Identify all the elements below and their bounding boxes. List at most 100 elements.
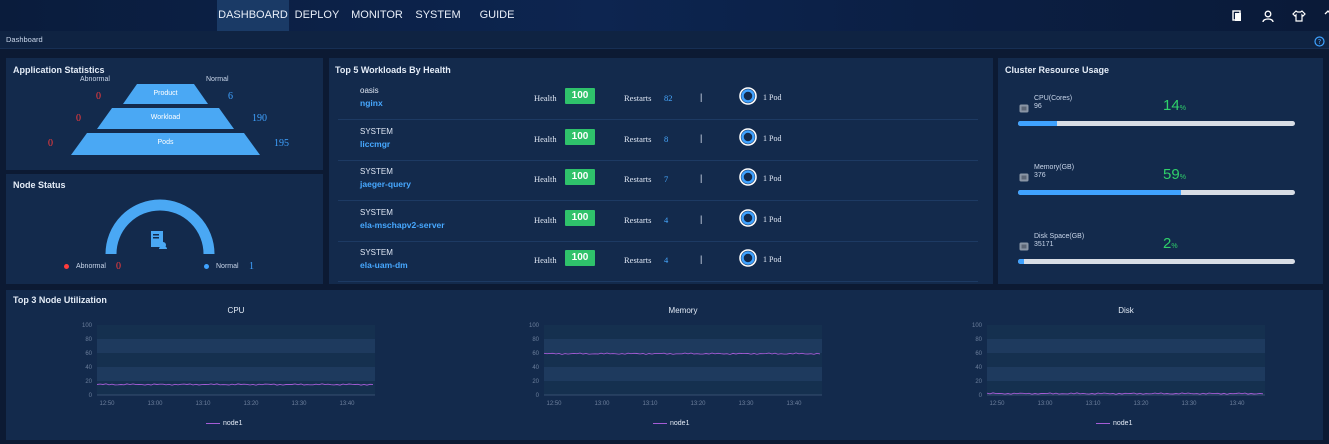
restarts-count: 82 — [664, 93, 673, 103]
tab-deploy[interactable]: DEPLOY — [292, 0, 342, 31]
separator: | — [700, 213, 703, 224]
health-label: Health — [534, 133, 557, 144]
workload-abnormal: 0 — [76, 113, 81, 124]
pyramid-label-workload: Workload — [150, 114, 181, 121]
y-tick-label: 100 — [972, 323, 983, 329]
workload-name-link[interactable]: liccmgr — [360, 139, 390, 149]
breadcrumb: Dashboard — [6, 35, 43, 44]
grid-band — [544, 381, 822, 395]
workload-name-link[interactable]: jaeger-query — [360, 179, 411, 189]
grid-band — [97, 367, 375, 381]
workload-name-link[interactable]: ela-uam-dm — [360, 260, 408, 270]
y-tick-label: 0 — [89, 393, 93, 399]
health-label: Health — [534, 93, 557, 103]
chart-legend: node1 — [653, 420, 689, 427]
user-icon[interactable] — [1261, 9, 1275, 23]
tab-system[interactable]: SYSTEM — [412, 0, 464, 31]
resource-value: 376 — [1034, 172, 1046, 179]
memory-icon — [1019, 169, 1029, 182]
node-normal-value: 1 — [249, 261, 254, 272]
health-score-badge: 100 — [565, 209, 595, 226]
server-icon — [149, 230, 169, 250]
x-tick-label: 13:40 — [339, 401, 355, 407]
x-tick-label: 13:20 — [690, 401, 706, 407]
grid-band — [987, 353, 1265, 367]
resource-value: 96 — [1034, 103, 1042, 110]
pod-ring-icon — [739, 208, 757, 227]
node-gauge — [105, 199, 215, 255]
workload-row[interactable]: SYSTEM liccmgr Health 100 Restarts 8 | 1 Pod — [338, 121, 978, 161]
workload-row[interactable]: SYSTEM jaeger-query Health 100 Restarts 7 | 1 P… — [338, 161, 978, 201]
x-tick-label: 13:20 — [243, 401, 259, 407]
document-icon[interactable] — [1230, 9, 1244, 23]
resource-percent: 59% — [1163, 166, 1186, 183]
node-normal-label: Normal — [216, 263, 239, 270]
workload-row[interactable]: oasis nginx Health 100 Restarts 82 | 1 Pod — [338, 80, 978, 120]
pods-abnormal: 0 — [48, 138, 53, 149]
workload-namespace: oasis — [360, 86, 379, 95]
y-tick-label: 20 — [532, 379, 539, 385]
workload-row[interactable]: SYSTEM ela-uam-dm Health 100 Restarts 4 | 1 Pod — [338, 242, 978, 282]
y-tick-label: 60 — [85, 351, 92, 357]
normal-dot — [204, 264, 209, 269]
product-abnormal: 0 — [96, 91, 101, 102]
workload-row[interactable]: SYSTEM ela-mschapv2-server Health 100 Restar… — [338, 202, 978, 242]
health-score-badge: 100 — [565, 88, 595, 104]
grid-band — [544, 353, 822, 367]
x-tick-label: 13:40 — [1229, 401, 1245, 407]
resource-percent-unit: % — [1179, 174, 1186, 181]
svg-text:?: ? — [1318, 38, 1322, 46]
pyramid-label-product: Product — [153, 90, 178, 97]
workload-namespace: SYSTEM — [360, 167, 393, 176]
workload-name-link[interactable]: nginx — [360, 98, 383, 108]
help-icon[interactable]: ? — [1314, 34, 1325, 47]
separator: | — [700, 254, 703, 264]
legend-swatch — [1096, 422, 1110, 424]
x-tick-label: 13:00 — [1037, 401, 1053, 407]
chart-legend: node1 — [206, 420, 242, 427]
chart-title: Memory — [668, 306, 698, 315]
pod-ring-icon — [739, 168, 757, 186]
restarts-label: Restarts — [624, 214, 652, 225]
x-tick-label: 13:40 — [786, 401, 802, 407]
usage-bar-fill — [1018, 259, 1024, 264]
app-stats-panel: Application Statistics Abnormal Normal P… — [6, 58, 323, 170]
workload-namespace: SYSTEM — [360, 126, 393, 136]
shirt-icon[interactable] — [1292, 9, 1306, 23]
grid-band — [97, 339, 375, 353]
usage-bar — [1018, 121, 1295, 126]
x-tick-label: 12:50 — [99, 401, 115, 407]
grid-band — [544, 339, 822, 353]
workload-name-link[interactable]: ela-mschapv2-server — [360, 220, 445, 230]
y-tick-label: 80 — [975, 337, 982, 343]
grid-band — [987, 325, 1265, 339]
line-chart: 0 20 40 60 80 100 12:50 13:00 13:10 13:20 13:30 13:… — [529, 323, 822, 407]
product-normal: 6 — [228, 91, 233, 102]
x-tick-label: 13:10 — [195, 401, 211, 407]
chevron-icon[interactable] — [1321, 9, 1329, 23]
grid-band — [97, 325, 375, 339]
tab-guide[interactable]: GUIDE — [474, 0, 520, 31]
restarts-label: Restarts — [624, 174, 652, 184]
y-tick-label: 40 — [532, 365, 539, 371]
legend-label: node1 — [670, 420, 690, 427]
pod-count: 1 Pod — [763, 214, 782, 224]
y-tick-label: 60 — [975, 351, 982, 357]
tab-dashboard[interactable]: DASHBOARD — [217, 0, 289, 31]
resource-percent-value: 59 — [1163, 166, 1180, 183]
health-score-badge: 100 — [565, 128, 595, 145]
restarts-count: 8 — [664, 133, 669, 144]
health-score-badge: 100 — [565, 250, 595, 266]
cpu-icon — [1019, 100, 1029, 113]
tab-monitor[interactable]: MONITOR — [349, 0, 405, 31]
y-tick-label: 60 — [532, 351, 539, 357]
resource-label: Memory(GB) — [1034, 164, 1075, 171]
usage-bar — [1018, 259, 1295, 264]
chart-title: CPU — [227, 306, 245, 315]
x-tick-label: 12:50 — [989, 401, 1005, 407]
y-tick-label: 20 — [85, 379, 92, 385]
restarts-label: Restarts — [624, 93, 652, 103]
pod-ring-icon — [739, 127, 757, 146]
restarts-count: 7 — [664, 174, 669, 184]
breadcrumb-bar: Dashboard ? — [0, 31, 1329, 49]
